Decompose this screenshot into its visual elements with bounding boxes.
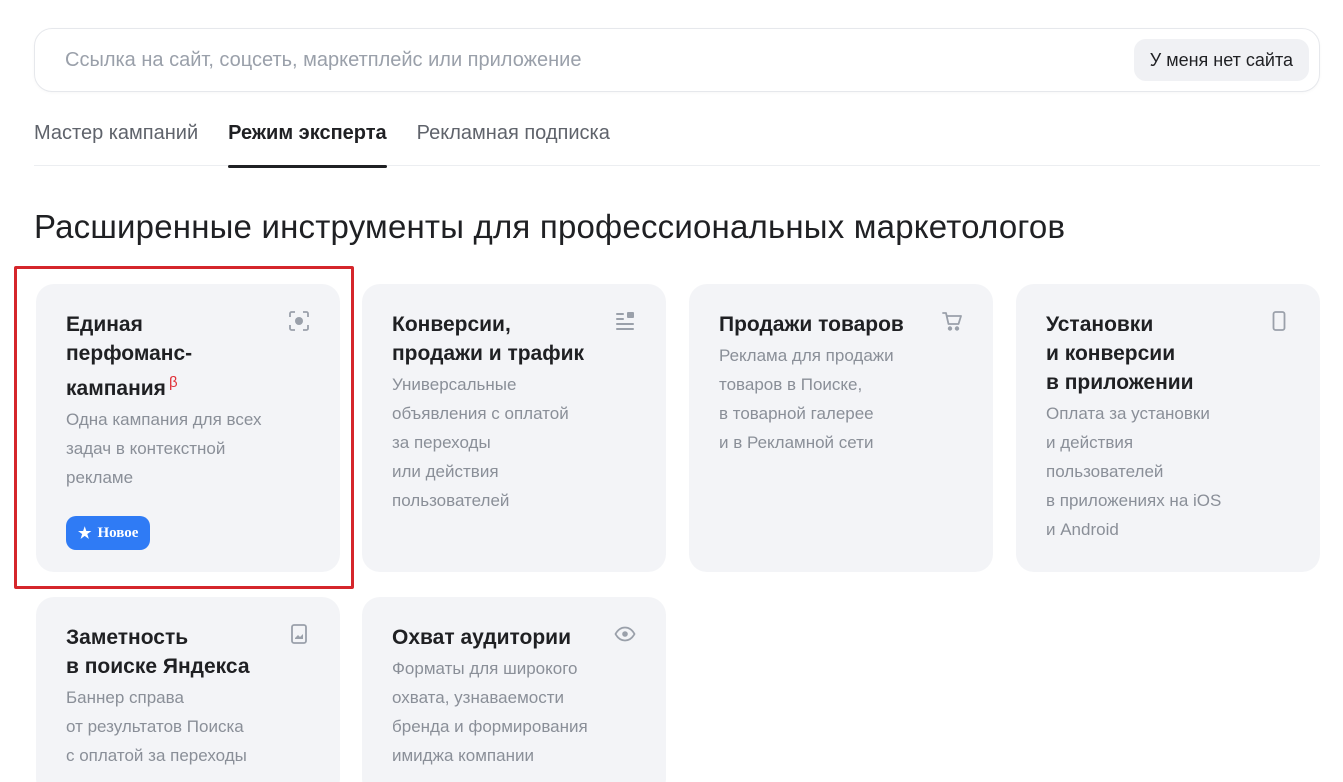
section-title: Расширенные инструменты для профессионал… <box>34 208 1066 245</box>
tab-ad-subscription[interactable]: Рекламная подписка <box>417 108 610 166</box>
star-icon: ★ <box>78 525 92 542</box>
card-title: Охват аудитории <box>392 626 572 649</box>
no-site-button[interactable]: У меня нет сайта <box>1133 39 1309 81</box>
card-title: Заметность в поиске Яндекса <box>66 626 250 678</box>
cart-icon <box>941 310 963 332</box>
card-description: Одна кампания для всех задач в контекстн… <box>66 410 262 487</box>
card-product-sales[interactable]: Продажи товаров Реклама для продажи това… <box>689 284 993 572</box>
banner-image-icon <box>288 623 310 645</box>
tab-campaign-master[interactable]: Мастер кампаний <box>34 108 198 166</box>
card-description: Форматы для широкого охвата, узнаваемост… <box>392 659 588 765</box>
eye-icon <box>614 623 636 645</box>
target-scan-icon <box>288 310 310 332</box>
card-conversions-sales-traffic[interactable]: Конверсии, продажи и трафик Универсальны… <box>362 284 666 572</box>
mode-tabs: Мастер кампаний Режим эксперта Рекламная… <box>34 108 1320 168</box>
card-yandex-search-visibility[interactable]: Заметность в поиске Яндекса Баннер справ… <box>36 597 340 782</box>
site-link-search-bar: У меня нет сайта <box>34 28 1320 92</box>
new-badge: ★ Новое <box>66 516 151 550</box>
card-audience-reach[interactable]: Охват аудитории Форматы для широкого охв… <box>362 597 666 782</box>
card-title: Продажи товаров <box>719 313 904 336</box>
card-title: Конверсии, продажи и трафик <box>392 313 585 365</box>
card-description: Баннер справа от результатов Поиска с оп… <box>66 688 247 765</box>
beta-mark: β <box>168 374 178 391</box>
text-image-icon <box>614 310 636 332</box>
card-app-installs[interactable]: Установки и конверсии в приложении Оплат… <box>1016 284 1320 572</box>
card-unified-performance-campaign[interactable]: Единая перфоманс- кампания β Одна кампани… <box>36 284 340 572</box>
card-title: Установки и конверсии в приложении <box>1046 313 1194 394</box>
card-description: Универсальные объявления с оплатой за пе… <box>392 375 569 510</box>
card-title: Единая перфоманс- кампания β <box>66 310 310 403</box>
card-description: Оплата за установки и действия пользоват… <box>1046 404 1222 539</box>
tab-expert-mode[interactable]: Режим эксперта <box>228 108 387 168</box>
page: У меня нет сайта Мастер кампаний Режим э… <box>0 0 1343 782</box>
phone-icon <box>1268 310 1290 332</box>
site-link-input[interactable] <box>65 48 1134 72</box>
card-description: Реклама для продажи товаров в Поиске, в … <box>719 346 894 452</box>
new-badge-label: Новое <box>97 524 139 541</box>
